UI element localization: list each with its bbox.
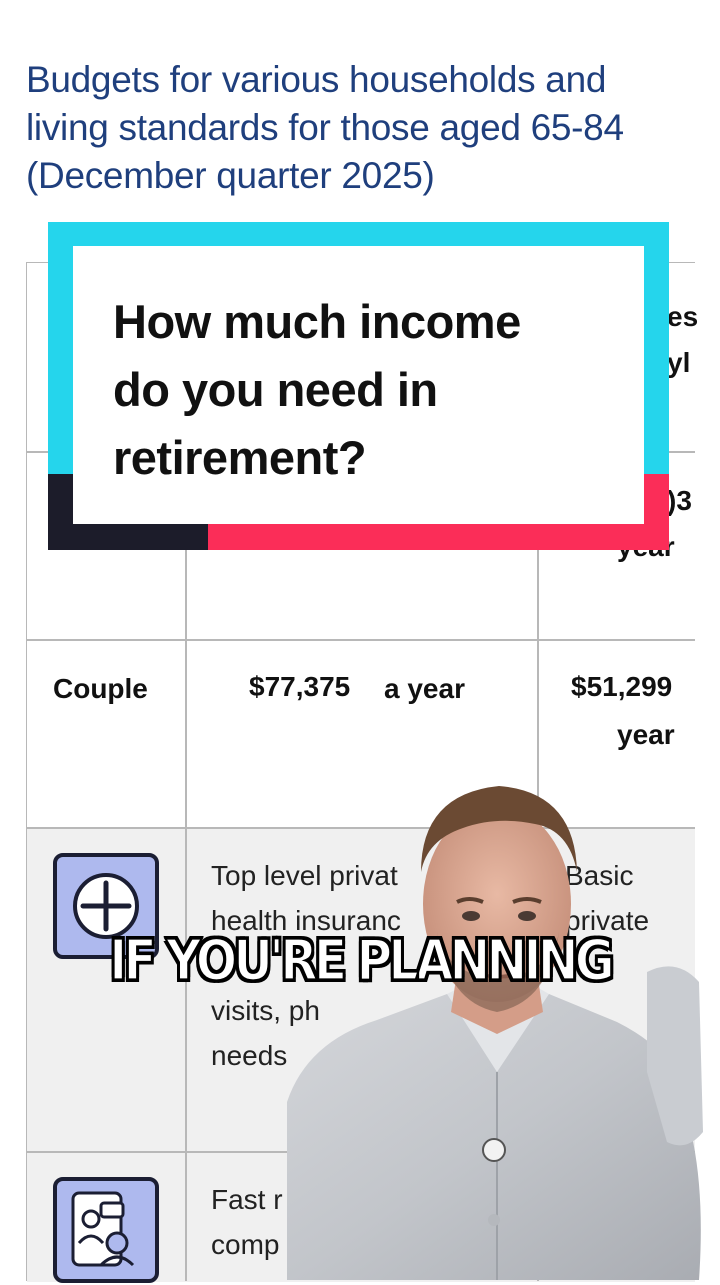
couple-comfortable-unit: a year bbox=[384, 673, 465, 704]
header-col3-fragment: yl bbox=[667, 347, 691, 378]
couple-comfortable-amount: $77,375 bbox=[249, 671, 351, 702]
video-call-icon bbox=[53, 1177, 159, 1283]
title-line-1: Budgets for various households and bbox=[26, 59, 607, 100]
video-caption: IF YOU'RE PLANNING bbox=[108, 927, 616, 995]
title-line-2: living standards for those aged 65-84 bbox=[26, 107, 624, 148]
page-title: Budgets for various households and livin… bbox=[26, 56, 706, 200]
communication-comfortable-text: Fast r comp bbox=[211, 1184, 283, 1260]
banner-question: How much income do you need in retiremen… bbox=[113, 295, 521, 484]
header-col3-fragment: es bbox=[667, 301, 699, 332]
couple-label: Couple bbox=[53, 673, 148, 704]
single-modest-amount: )3 bbox=[667, 485, 692, 516]
row-divider bbox=[27, 639, 695, 641]
couple-modest-amount: $51,299 bbox=[571, 671, 673, 702]
title-line-3: (December quarter 2025) bbox=[26, 155, 435, 196]
couple-modest-unit: year bbox=[617, 719, 675, 750]
presenter-video bbox=[287, 772, 705, 1280]
